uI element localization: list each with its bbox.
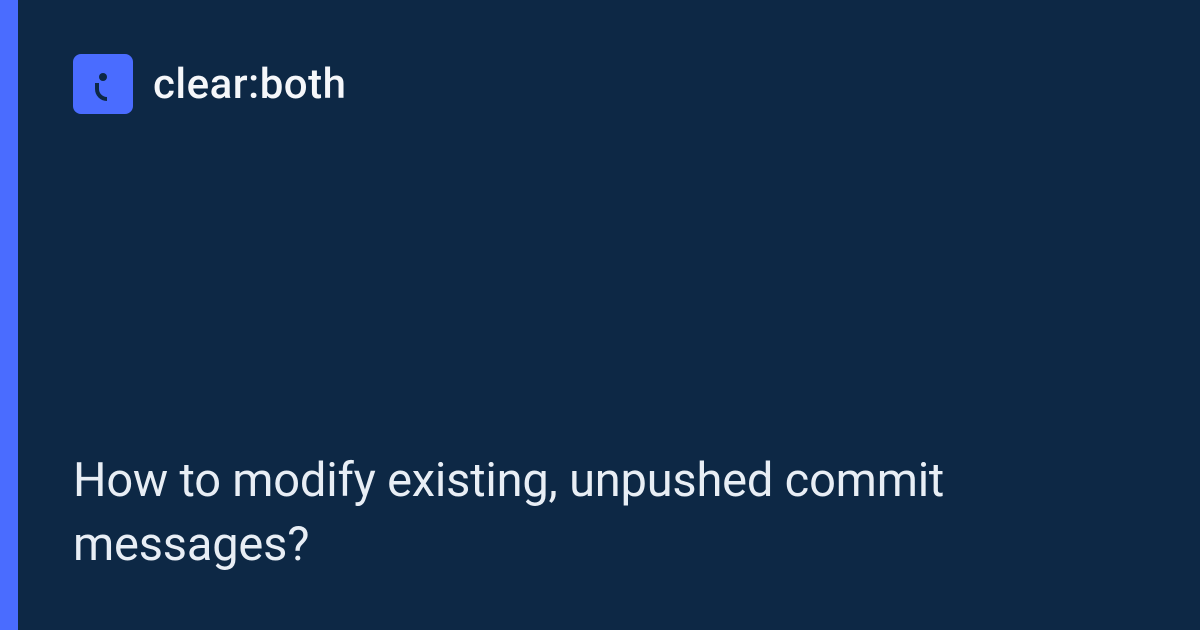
semicolon-icon — [73, 54, 133, 114]
logo-row: clear:both — [73, 54, 1127, 114]
brand-name: clear:both — [153, 60, 346, 109]
accent-bar — [0, 0, 18, 630]
content-wrapper: clear:both How to modify existing, unpus… — [73, 54, 1127, 576]
page-title: How to modify existing, unpushed commit … — [73, 449, 1127, 576]
